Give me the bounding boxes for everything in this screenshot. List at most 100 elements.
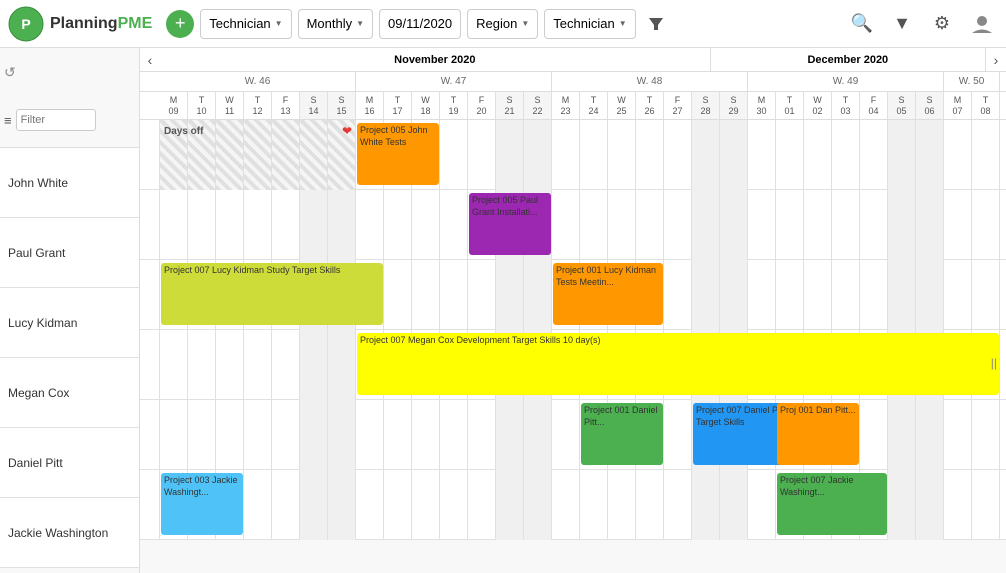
cell-john-white-day-12 (496, 120, 524, 190)
sort-icon[interactable]: ≡ (4, 113, 12, 128)
cell-paul-grant-day-3 (244, 190, 272, 260)
cell-paul-grant-day-5 (300, 190, 328, 260)
day-header-1: T10 (188, 92, 216, 119)
cal-row-lucy-kidman: Project 007 Lucy Kidman Study Target Ski… (140, 260, 1006, 330)
cell-jackie-washington-day-9 (412, 470, 440, 540)
cell-john-white-day-15 (580, 120, 608, 190)
cell-john-white-day-24 (832, 120, 860, 190)
cell-daniel-pitt-day-5 (300, 400, 328, 470)
cell-daniel-pitt-day-14 (552, 400, 580, 470)
cell-paul-grant-day-22 (776, 190, 804, 260)
day-header-23: W02 (804, 92, 832, 119)
cell-lucy-kidman-day-29 (972, 260, 1000, 330)
calendar-prev-button[interactable]: ‹ (140, 48, 160, 72)
event-daniel-pitt-0[interactable]: Project 001 Daniel Pitt... (581, 403, 663, 465)
cell-paul-grant-day-20 (720, 190, 748, 260)
month-row: ‹November 2020December 2020› (140, 48, 1006, 72)
cell-paul-grant-day-8 (384, 190, 412, 260)
cell-daniel-pitt-day-1 (188, 400, 216, 470)
cell-daniel-pitt-day-4 (272, 400, 300, 470)
cell-john-white-day-23 (804, 120, 832, 190)
cell-paul-grant-day-29 (972, 190, 1000, 260)
add-button[interactable]: + (166, 10, 194, 38)
event-megan-cox-0[interactable]: Project 007 Megan Cox Development Target… (357, 333, 999, 395)
cal-row-jackie-washington: Project 003 Jackie Washingt... Project 00… (140, 470, 1006, 540)
cell-john-white-day-10 (440, 120, 468, 190)
cal-row-megan-cox: Project 007 Megan Cox Development Target… (140, 330, 1006, 400)
cell-jackie-washington-day-3 (244, 470, 272, 540)
cell-paul-grant-day-16 (608, 190, 636, 260)
cell-paul-grant-day-21 (748, 190, 776, 260)
cal-row-paul-grant: Project 005 Paul Grant Installati... (140, 190, 1006, 260)
cell-lucy-kidman-day-28 (944, 260, 972, 330)
day-header-4: F13 (272, 92, 300, 119)
logo-icon: P (8, 6, 44, 42)
technician-dropdown[interactable]: Technician ▼ (200, 9, 291, 39)
event-jackie-washington-1[interactable]: Project 007 Jackie Washingt... (777, 473, 887, 535)
technician2-dropdown[interactable]: Technician ▼ (544, 9, 635, 39)
svg-text:P: P (21, 16, 30, 32)
day-header-8: T17 (384, 92, 412, 119)
cell-john-white-day-18 (664, 120, 692, 190)
user-button[interactable] (966, 8, 998, 40)
funnel-filter-button[interactable] (642, 10, 670, 38)
cell-paul-grant-day-26 (888, 190, 916, 260)
day-header-11: F20 (468, 92, 496, 119)
cell-paul-grant-day-1 (188, 190, 216, 260)
region-dropdown[interactable]: Region ▼ (467, 9, 538, 39)
day-header-14: M23 (552, 92, 580, 119)
cell-paul-grant-day-6 (328, 190, 356, 260)
resource-lucy-kidman: Lucy Kidman (0, 288, 139, 358)
november-label: November 2020 (160, 48, 711, 71)
settings-button[interactable]: ⚙ (926, 8, 958, 40)
cell-lucy-kidman-day-9 (412, 260, 440, 330)
event-paul-grant-0[interactable]: Project 005 Paul Grant Installati... (469, 193, 551, 255)
event-lucy-kidman-1[interactable]: Project 001 Lucy Kidman Tests Meetin... (553, 263, 663, 325)
date-picker[interactable]: 09/11/2020 (379, 9, 461, 39)
day-header-29: T08 (972, 92, 1000, 119)
cell-jackie-washington-day-10 (440, 470, 468, 540)
cell-daniel-pitt-day-25 (860, 400, 888, 470)
resource-john-white: John White (0, 148, 139, 218)
cell-lucy-kidman-day-25 (860, 260, 888, 330)
cell-lucy-kidman-day-13 (524, 260, 552, 330)
cell-megan-cox-day-5 (300, 330, 328, 400)
day-header-10: T19 (440, 92, 468, 119)
monthly-dropdown[interactable]: Monthly ▼ (298, 9, 373, 39)
cell-lucy-kidman-day-20 (720, 260, 748, 330)
event-john-white-0[interactable]: Project 005 John White Tests (357, 123, 439, 185)
region-caret-icon: ▼ (521, 19, 529, 28)
week-label-2: W. 48 (552, 72, 748, 91)
day-header-15: T24 (580, 92, 608, 119)
cell-jackie-washington-day-14 (552, 470, 580, 540)
day-header-12: S21 (496, 92, 524, 119)
day-header-13: S22 (524, 92, 552, 119)
search-button[interactable]: 🔍 (846, 8, 878, 40)
calendar-next-button[interactable]: › (986, 48, 1006, 72)
week-label-0: W. 46 (160, 72, 356, 91)
cell-daniel-pitt-day-12 (496, 400, 524, 470)
day-header-7: M16 (356, 92, 384, 119)
cell-daniel-pitt-day-8 (384, 400, 412, 470)
sidebar-top-row: ↺ (4, 64, 135, 81)
event-jackie-washington-0[interactable]: Project 003 Jackie Washingt... (161, 473, 243, 535)
day-header-19: S28 (692, 92, 720, 119)
event-daniel-pitt-2[interactable]: Proj 001 Dan Pitt... (777, 403, 859, 465)
resource-paul-grant: Paul Grant (0, 218, 139, 288)
sidebar-controls: ↺ ≡ (0, 48, 139, 148)
cell-megan-cox-day-0 (160, 330, 188, 400)
filter-input[interactable] (16, 109, 96, 131)
event-lucy-kidman-0[interactable]: Project 007 Lucy Kidman Study Target Ski… (161, 263, 383, 325)
cell-daniel-pitt-day-6 (328, 400, 356, 470)
cell-lucy-kidman-day-24 (832, 260, 860, 330)
technician-caret-icon: ▼ (275, 19, 283, 28)
day-header-5: S14 (300, 92, 328, 119)
filter-dropdown-button[interactable]: ▼ (886, 8, 918, 40)
day-header-21: M30 (748, 92, 776, 119)
cell-john-white-day-19 (692, 120, 720, 190)
refresh-icon[interactable]: ↺ (4, 64, 16, 81)
cell-jackie-washington-day-12 (496, 470, 524, 540)
resize-handle[interactable]: || (991, 356, 997, 372)
cell-paul-grant-day-9 (412, 190, 440, 260)
day-header-3: T12 (244, 92, 272, 119)
